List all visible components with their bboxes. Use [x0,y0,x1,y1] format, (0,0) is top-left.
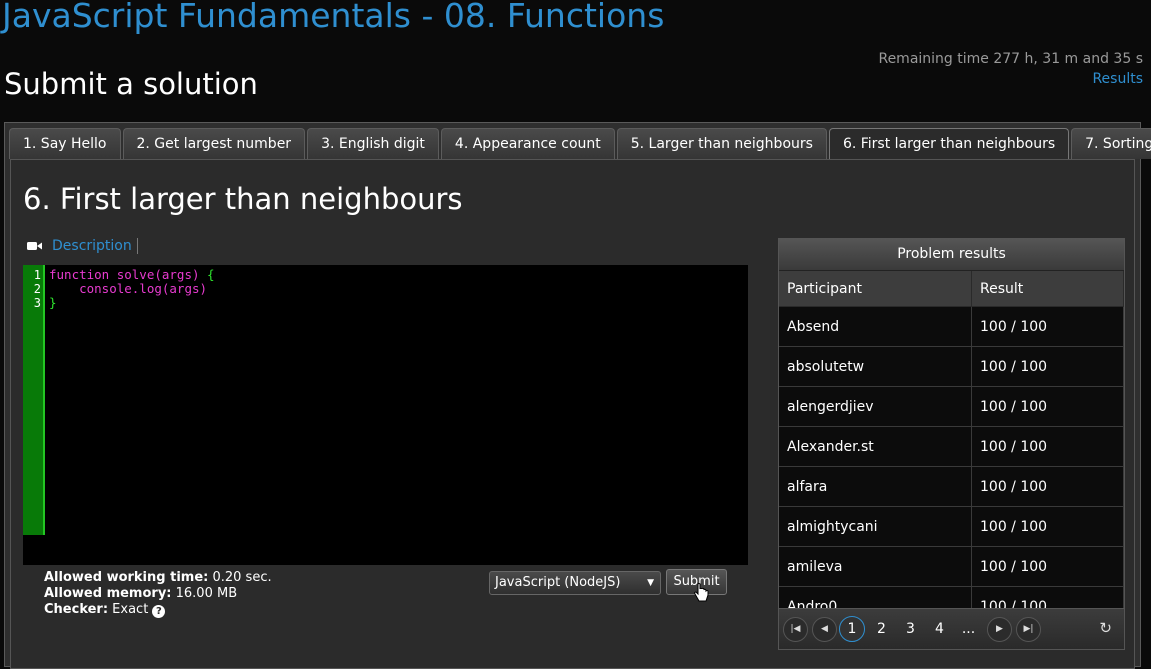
line-number: 1 [33,268,41,282]
tab-first-larger-than-neighbours[interactable]: 6. First larger than neighbours [828,128,1070,160]
language-select[interactable]: JavaScript (NodeJS) ▼ [489,571,661,595]
refresh-icon[interactable]: ↻ [1099,619,1112,637]
page-ellipsis[interactable]: ... [954,621,983,637]
results-link[interactable]: Results [1092,71,1143,87]
result-cell: 100 / 100 [971,426,1124,467]
time-limit: Allowed working time: 0.20 sec. [44,570,272,586]
table-row: alengerdjiev 100 / 100 [779,386,1124,427]
table-row: almightycani 100 / 100 [779,506,1124,547]
code-line: } [49,296,215,310]
description-link[interactable]: Description [52,238,138,254]
problem-tabs: 1. Say Hello 2. Get largest number 3. En… [9,128,1151,160]
language-select-value: JavaScript (NodeJS) [495,575,621,590]
result-cell: 100 / 100 [971,506,1124,547]
tab-say-hello[interactable]: 1. Say Hello [9,128,121,159]
first-page-icon[interactable]: |◀ [783,616,808,642]
table-row: Alexander.st 100 / 100 [779,426,1124,467]
page-title: JavaScript Fundamentals - 08. Functions [2,0,665,35]
table-row: alfara 100 / 100 [779,466,1124,507]
participant-cell: alengerdjiev [779,386,972,427]
participant-cell: absolutetw [779,346,972,387]
code-token: } [49,295,57,310]
time-limit-label: Allowed working time: [44,570,209,585]
prev-page-icon[interactable]: ◀ [812,616,837,642]
video-camera-icon [27,242,42,250]
page-number-current[interactable]: 1 [839,616,865,642]
code-line: console.log(args) [49,282,215,296]
participant-cell: alfara [779,466,972,507]
page-number[interactable]: 3 [896,621,925,637]
tab-sorting-array[interactable]: 7. Sorting array [1071,128,1151,159]
result-cell: 100 / 100 [971,466,1124,507]
question-mark-icon[interactable]: ? [152,605,166,618]
participant-cell: Alexander.st [779,426,972,467]
memory-limit-value: 16.00 MB [171,586,238,601]
code-line: function solve(args) { [49,268,215,282]
memory-limit: Allowed memory: 16.00 MB [44,586,272,602]
tab-larger-than-neighbours[interactable]: 5. Larger than neighbours [616,128,827,159]
checker-label: Checker: [44,602,109,617]
table-row: Absend 100 / 100 [779,306,1124,347]
problem-results-panel: Problem results Participant Result Absen… [778,238,1125,650]
result-cell: 100 / 100 [971,386,1124,427]
line-number-gutter: 1 2 3 [23,265,45,535]
code-editor[interactable]: 1 2 3 function solve(args) { console.log… [23,265,748,565]
problems-panel: 1. Say Hello 2. Get largest number 3. En… [4,122,1151,669]
results-table: Participant Result Absend 100 / 100 absol… [779,271,1124,627]
participant-cell: almightycani [779,506,972,547]
chevron-down-icon: ▼ [647,578,654,588]
tab-english-digit[interactable]: 3. English digit [307,128,439,159]
problem-content: 6. First larger than neighbours Descript… [10,159,1135,669]
column-header-result[interactable]: Result [971,271,1124,307]
result-cell: 100 / 100 [971,546,1124,587]
problem-results-header: Problem results [779,239,1124,271]
line-number: 3 [33,296,41,310]
participant-cell: amileva [779,546,972,587]
tab-get-largest-number[interactable]: 2. Get largest number [122,128,306,159]
problem-title: 6. First larger than neighbours [23,182,463,216]
last-page-icon[interactable]: ▶| [1016,616,1041,642]
checker-value: Exact [108,602,153,617]
table-header-row: Participant Result [779,271,1124,307]
result-cell: 100 / 100 [971,306,1124,347]
problem-limits: Allowed working time: 0.20 sec. Allowed … [44,570,272,618]
hand-pointer-icon [694,583,709,602]
tab-appearance-count[interactable]: 4. Appearance count [440,128,615,159]
table-row: absolutetw 100 / 100 [779,346,1124,387]
code-token: console.log(args) [49,281,208,296]
line-number: 2 [33,282,41,296]
page-number[interactable]: 4 [925,621,954,637]
table-row: amileva 100 / 100 [779,546,1124,587]
code-text: function solve(args) { console.log(args)… [49,268,215,310]
section-title: Submit a solution [4,67,258,101]
time-limit-value: 0.20 sec. [208,570,272,585]
checker: Checker: Exact ? [44,602,272,618]
participant-cell: Absend [779,306,972,347]
page-number[interactable]: 2 [867,621,896,637]
next-page-icon[interactable]: ▶ [987,616,1012,642]
column-header-participant[interactable]: Participant [779,271,972,307]
description-row: Description [27,238,138,254]
result-cell: 100 / 100 [971,346,1124,387]
results-pager: |◀ ◀ 1 2 3 4 ... ▶ ▶| ↻ [779,608,1124,649]
remaining-time: Remaining time 277 h, 31 m and 35 s [878,51,1143,67]
code-token: { [207,267,215,282]
code-token: function solve(args) [49,267,208,282]
memory-limit-label: Allowed memory: [44,586,172,601]
